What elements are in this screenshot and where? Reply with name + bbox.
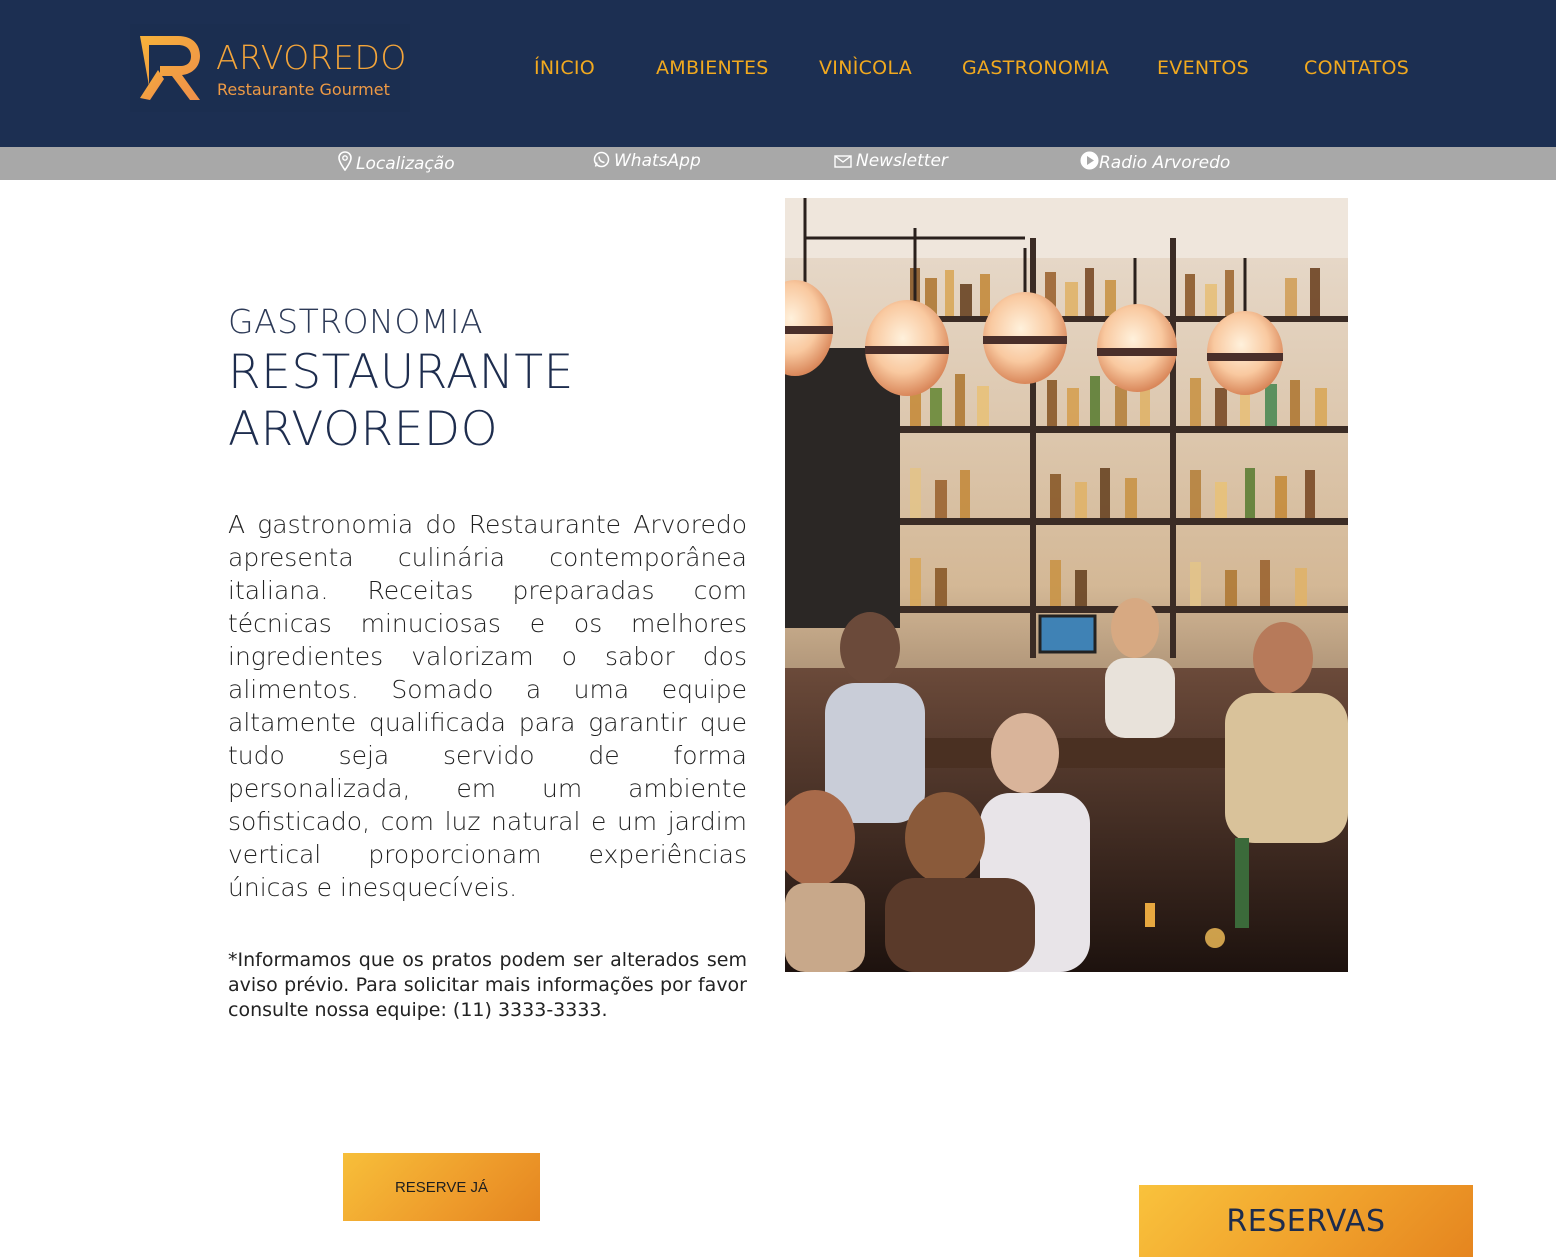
bar-scene-illustration bbox=[785, 198, 1348, 972]
brand-logo[interactable]: ARVOREDO Restaurante Gourmet bbox=[130, 24, 410, 112]
reserve-now-button[interactable]: RESERVE JÁ bbox=[343, 1153, 540, 1221]
whatsapp-icon bbox=[593, 151, 610, 168]
section-eyebrow: GASTRONOMIA bbox=[228, 302, 484, 341]
site-header: ARVOREDO Restaurante Gourmet ÍNICIO AMBI… bbox=[0, 0, 1556, 147]
whatsapp-label: WhatsApp bbox=[614, 151, 701, 171]
logo-r-icon bbox=[140, 36, 200, 100]
brand-tagline: Restaurante Gourmet bbox=[217, 80, 390, 99]
restaurant-bar-photo bbox=[785, 198, 1348, 972]
nav-item-ambientes[interactable]: AMBIENTES bbox=[656, 57, 769, 79]
play-circle-icon bbox=[1080, 151, 1099, 170]
nav-item-contatos[interactable]: CONTATOS bbox=[1304, 57, 1409, 79]
nav-item-eventos[interactable]: EVENTOS bbox=[1157, 57, 1249, 79]
location-link[interactable]: Localização bbox=[338, 151, 455, 174]
nav-item-inicio[interactable]: ÍNICIO bbox=[534, 57, 595, 79]
description-text: A gastronomia do Restaurante Arvoredo ap… bbox=[228, 510, 747, 902]
whatsapp-link[interactable]: WhatsApp bbox=[593, 151, 701, 171]
radio-label: Radio Arvoredo bbox=[1099, 153, 1231, 173]
newsletter-link[interactable]: Newsletter bbox=[834, 151, 948, 171]
radio-link[interactable]: Radio Arvoredo bbox=[1080, 151, 1230, 173]
disclaimer-note: *Informamos que os pratos podem ser alte… bbox=[228, 949, 747, 1021]
reservas-button[interactable]: RESERVAS bbox=[1139, 1185, 1473, 1257]
newsletter-label: Newsletter bbox=[856, 151, 948, 171]
nav-item-gastronomia[interactable]: GASTRONOMIA bbox=[962, 57, 1109, 79]
envelope-icon bbox=[834, 155, 852, 168]
quick-links-bar: Localização WhatsApp Newsletter Radio Ar… bbox=[0, 147, 1556, 180]
nav-item-vinicola[interactable]: VINÌCOLA bbox=[819, 57, 912, 79]
page-title: RESTAURANTE ARVOREDO bbox=[228, 345, 574, 457]
brand-name: ARVOREDO bbox=[216, 38, 407, 77]
location-label: Localização bbox=[356, 154, 455, 174]
map-pin-icon bbox=[338, 151, 352, 172]
